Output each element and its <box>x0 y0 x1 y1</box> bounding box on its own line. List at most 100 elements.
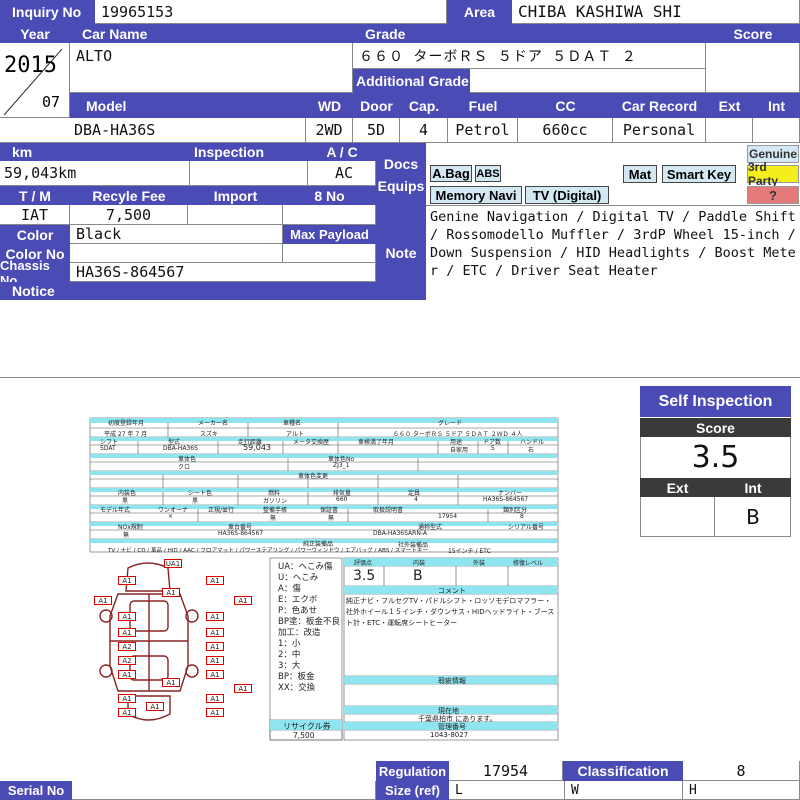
cap-label: Cap. <box>400 93 448 118</box>
sheet-fuel-value: ガソリン <box>263 498 288 505</box>
damage-marker: A1 <box>234 684 252 693</box>
recycle-fee-label: Recyle Fee <box>70 186 188 205</box>
smart-key-badge: Smart Key <box>662 165 736 183</box>
damage-marker: A1 <box>118 670 136 679</box>
inspection-label: Inspection <box>190 143 308 161</box>
equips-label: Equips <box>377 177 425 194</box>
car-record-label: Car Record <box>613 93 706 118</box>
sheet-score-label: 評価点 <box>354 560 373 567</box>
sheet-shaken-label: 車検満了年月 <box>358 439 395 446</box>
sheet-model-value: DBA-HA36S <box>163 445 198 452</box>
sheet-nox-label: NOx規制 <box>118 524 143 531</box>
self-inspection-int-value: B <box>746 505 760 529</box>
legend-item: U：へこみ <box>278 573 319 583</box>
damage-marker: A1 <box>118 576 136 585</box>
sheet-color-value: クロ <box>178 464 191 471</box>
notice-label: Notice <box>0 282 376 300</box>
color-label: Color <box>0 225 70 244</box>
sheet-capacity-value: 4 <box>414 496 418 503</box>
abs-badge: ABS <box>475 165 501 182</box>
regulation-value: 17954 <box>449 761 563 781</box>
sheet-band <box>90 488 558 492</box>
inquiry-no-label: Inquiry No <box>0 0 95 24</box>
sheet-use-value: 自家用 <box>450 447 469 454</box>
sheet-maker-label: メーカー名 <box>198 420 229 427</box>
legend-item: UA：へこみ傷 <box>278 562 333 572</box>
sheet-exterior-label: 外装 <box>473 560 486 567</box>
mat-badge: Mat <box>623 165 657 183</box>
damage-marker: A1 <box>206 670 224 679</box>
model-label: Model <box>70 93 306 118</box>
color-value: Black <box>70 225 283 244</box>
area-value: CHIBA KASHIWA SHI <box>512 0 800 24</box>
third-party-badge: 3rd Party <box>747 160 799 188</box>
size-height-value: H <box>683 781 800 800</box>
legend-item: 3：大 <box>278 661 301 671</box>
damage-marker: A2 <box>118 642 136 651</box>
sheet-engine-value: DBA-HA36SARN-A <box>373 530 427 537</box>
sheet-frame-value: HA36S-864567 <box>218 530 264 537</box>
sheet-band <box>90 454 558 458</box>
km-label: km <box>0 143 190 161</box>
sheet-recycle-value: 7,500 <box>293 731 315 740</box>
sheet-manual-label: 取扱説明書 <box>373 507 404 514</box>
door-label: Door <box>353 93 400 118</box>
ac-value: AC <box>308 161 376 186</box>
sheet-interior-value: B <box>413 568 423 584</box>
sheet-maker-value: スズキ <box>200 431 219 438</box>
sheet-mileage-value: 59,043 <box>243 443 271 452</box>
year-label: Year <box>0 24 70 43</box>
km-value: 59,043km <box>0 161 190 186</box>
sheet-comment-value: 純正ナビ・フルセグTV・パドルシフト・ロッソモデロマフラー・社外ホイール１５イン… <box>346 597 555 627</box>
inspection-sheet: 初度登録年月 メーカー名 車種名 グレード 平成 27 年 7 月 スズキ アル… <box>88 416 560 744</box>
damage-marker: A1 <box>162 588 180 597</box>
fuel-label: Fuel <box>448 93 518 118</box>
car-name-label: Car Name <box>70 24 353 43</box>
damage-marker: A1 <box>146 702 164 711</box>
eight-no-value <box>283 205 376 225</box>
cc-label: CC <box>518 93 613 118</box>
int-label: Int <box>753 93 800 118</box>
sheet-number-value: HA36S-864567 <box>483 496 529 503</box>
sheet-interior-change-label: 車体色変更 <box>298 473 329 480</box>
sheet-interior-label: 内装 <box>413 560 426 567</box>
damage-marker: A1 <box>206 694 224 703</box>
size-length-value: L <box>449 781 565 800</box>
fuel-value: Petrol <box>448 118 518 143</box>
damage-marker: A1 <box>162 678 180 687</box>
self-inspection-int-label: Int <box>715 478 791 497</box>
legend-item: BP塗：板金不良 <box>278 617 340 627</box>
year-box: 2015 07 <box>0 43 70 118</box>
sheet-history-label: 瑕疵情報 <box>438 677 466 685</box>
damage-marker: A1 <box>206 642 224 651</box>
damage-marker: A1 <box>206 576 224 585</box>
notice-value <box>0 300 800 378</box>
damage-marker: A1 <box>206 656 224 665</box>
sheet-manage-value: 1043-8027 <box>430 731 469 739</box>
damage-marker: A1 <box>118 694 136 703</box>
classification-label: Classification <box>563 761 683 781</box>
year-value: 2015 <box>4 53 57 78</box>
import-label: Import <box>188 186 283 205</box>
sheet-shift-value: 5DAT <box>100 445 116 452</box>
wd-value: 2WD <box>306 118 353 143</box>
additional-grade-value <box>470 69 706 93</box>
size-width-value: W <box>565 781 683 800</box>
docs-label: Docs <box>383 155 419 172</box>
regulation-label: Regulation <box>376 761 449 781</box>
sheet-score-value: 3.5 <box>353 568 376 584</box>
tm-value: IAT <box>0 205 70 225</box>
sheet-serial-label: シリアル番号 <box>508 524 544 531</box>
car-name-value: ALTO <box>70 43 353 93</box>
color-no-value <box>70 244 283 263</box>
memory-navi-badge: Memory Navi <box>430 186 522 204</box>
sheet-meter-swap-label: メータ交換歴 <box>293 439 330 446</box>
score-label: Score <box>706 24 800 43</box>
damage-marker: A1 <box>118 628 136 637</box>
ext-value <box>706 118 753 143</box>
sheet-warranty-value: 無 <box>328 515 335 522</box>
max-payload-value <box>283 244 376 263</box>
size-ref-label: Size (ref) <box>376 781 449 800</box>
sheet-aftermarket-value: 15インチ / ETC <box>448 548 491 555</box>
legend-item: XX：交換 <box>278 683 316 693</box>
